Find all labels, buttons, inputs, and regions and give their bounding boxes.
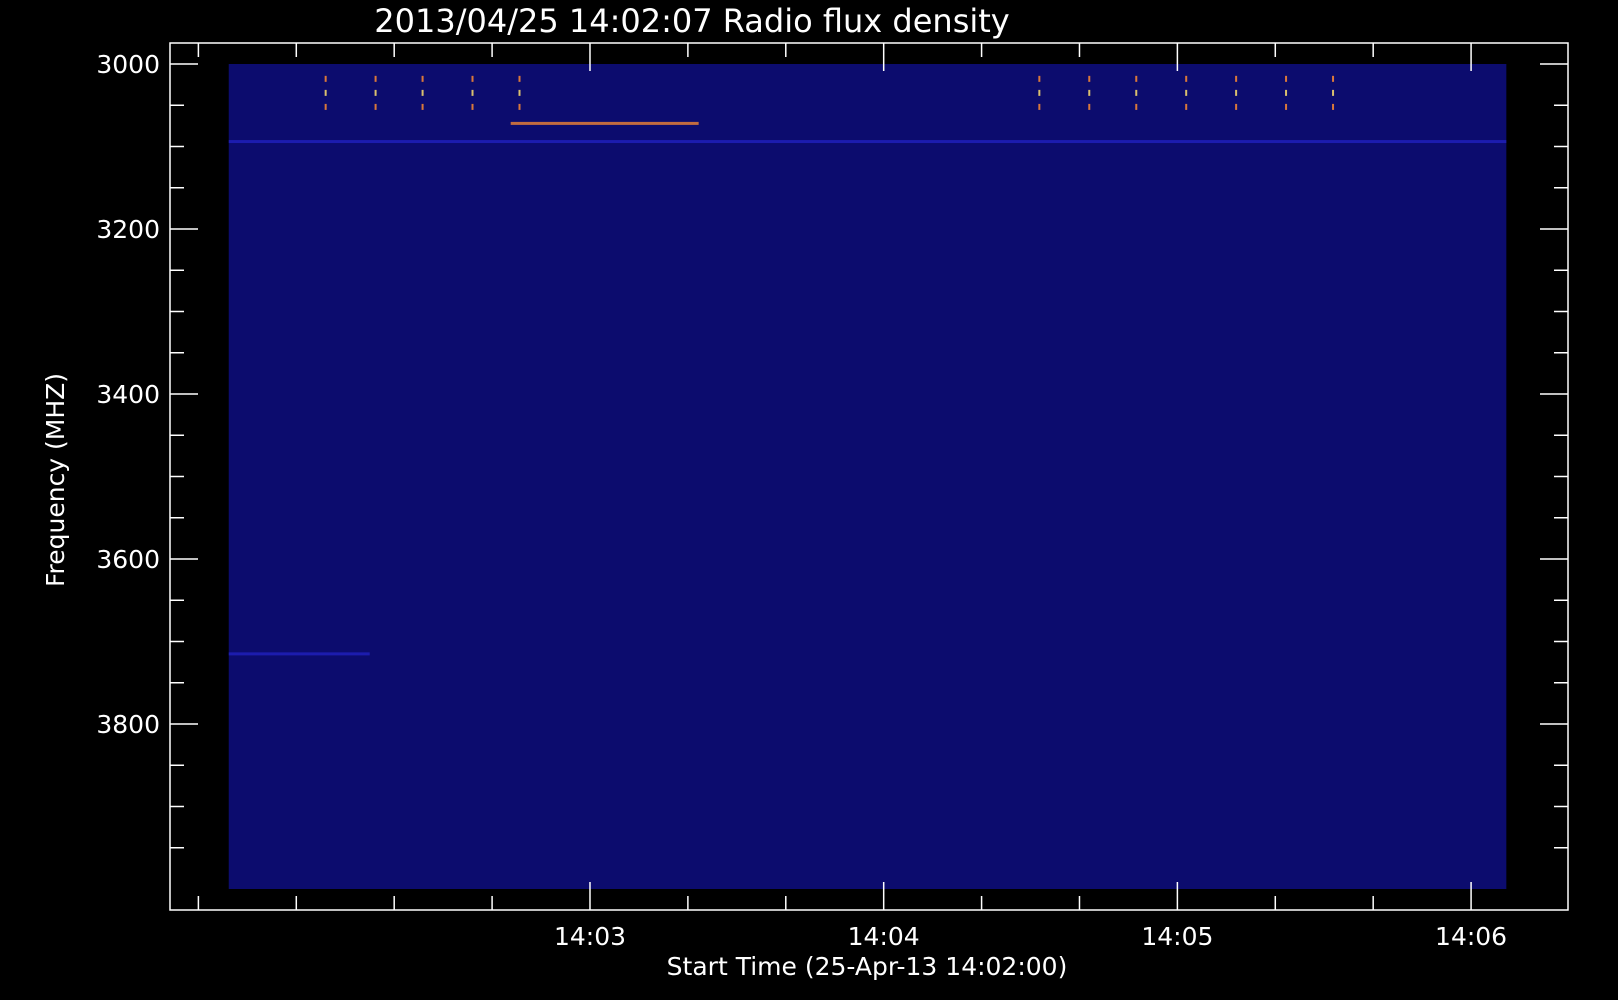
spike-mark — [374, 75, 377, 82]
spike-mark — [374, 103, 377, 110]
spike-mark — [1038, 89, 1041, 96]
spike-mark — [1088, 89, 1091, 96]
spike-mark — [421, 89, 424, 96]
y-tick-label: 3800 — [96, 710, 160, 739]
x-tick-label: 14:06 — [1435, 922, 1507, 951]
spike-mark — [1038, 75, 1041, 82]
spike-mark — [1088, 103, 1091, 110]
spike-mark — [1135, 75, 1138, 82]
y-tick-label: 3200 — [96, 215, 160, 244]
spike-mark — [1185, 75, 1188, 82]
spike-mark — [374, 89, 377, 96]
x-tick-label: 14:03 — [554, 922, 626, 951]
y-tick-label: 3600 — [96, 545, 160, 574]
emission-band — [510, 121, 699, 125]
spike-mark — [324, 89, 327, 96]
y-tick-label: 3400 — [96, 380, 160, 409]
spike-mark — [1332, 103, 1335, 110]
chart-title: 2013/04/25 14:02:07 Radio flux density — [374, 2, 1009, 40]
spike-mark — [1332, 75, 1335, 82]
spike-mark — [1285, 75, 1288, 82]
spike-mark — [1235, 103, 1238, 110]
y-tick-label: 3000 — [96, 50, 160, 79]
spike-mark — [471, 75, 474, 82]
x-tick-label: 14:05 — [1141, 922, 1213, 951]
spike-mark — [471, 89, 474, 96]
spectrogram-chart: 2013/04/25 14:02:07 Radio flux density 3… — [41, 2, 1569, 981]
y-axis-label: Frequency (MHZ) — [41, 373, 70, 587]
spike-mark — [421, 75, 424, 82]
spike-mark — [518, 89, 521, 96]
emission-band — [228, 652, 370, 656]
x-tick-label: 14:04 — [848, 922, 920, 951]
heatmap-field — [228, 64, 1507, 889]
spike-mark — [518, 75, 521, 82]
spike-mark — [1235, 89, 1238, 96]
spike-mark — [1285, 103, 1288, 110]
spike-mark — [1135, 103, 1138, 110]
spike-mark — [1185, 103, 1188, 110]
spike-mark — [1285, 89, 1288, 96]
spike-mark — [1135, 89, 1138, 96]
emission-band — [228, 140, 1507, 144]
spike-mark — [1332, 89, 1335, 96]
spike-mark — [1088, 75, 1091, 82]
x-axis-label: Start Time (25-Apr-13 14:02:00) — [667, 952, 1068, 981]
spike-mark — [1235, 75, 1238, 82]
spike-mark — [518, 103, 521, 110]
spike-mark — [1038, 103, 1041, 110]
spike-mark — [471, 103, 474, 110]
spike-mark — [324, 75, 327, 82]
heatmap-background — [228, 64, 1507, 889]
spike-mark — [421, 103, 424, 110]
spike-mark — [324, 103, 327, 110]
spike-mark — [1185, 89, 1188, 96]
